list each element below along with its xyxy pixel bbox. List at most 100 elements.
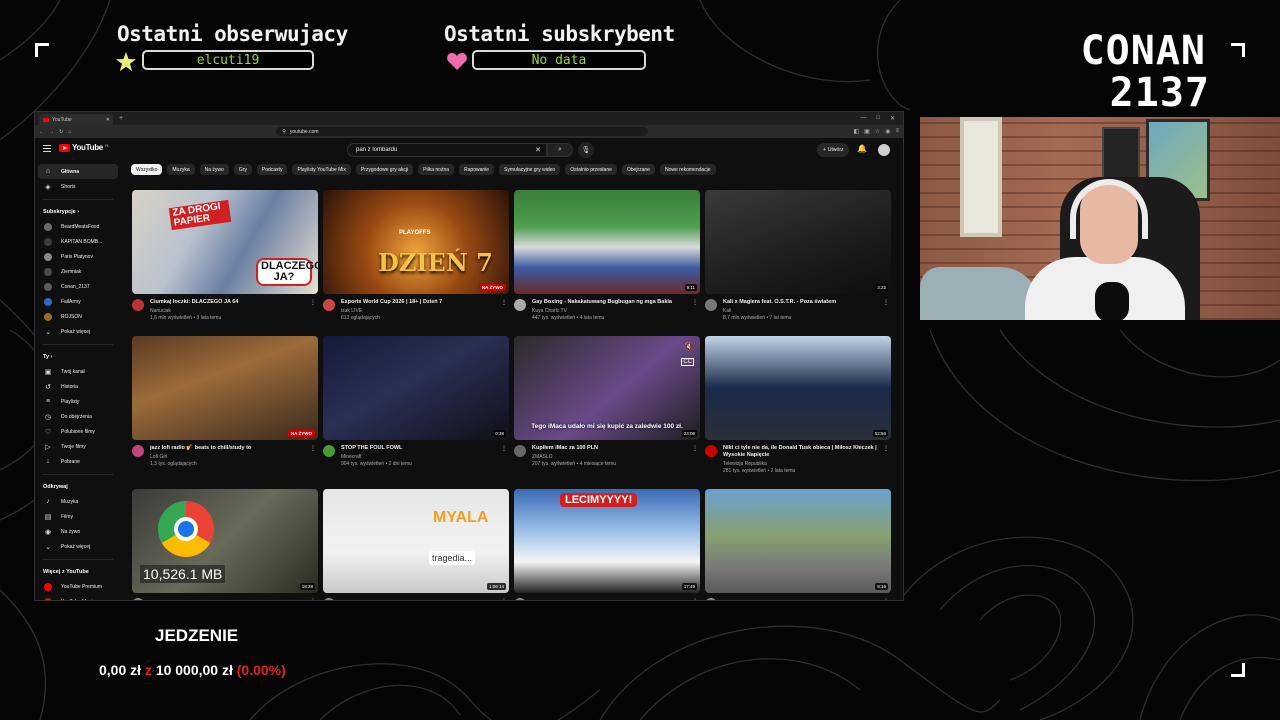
forward-icon[interactable]: → (49, 129, 54, 135)
show-more-subscriptions[interactable]: ⌄ Pokaż więcej (38, 324, 118, 339)
search-button[interactable]: ⌕ (547, 143, 573, 157)
more-options-icon[interactable]: ⋮ (310, 598, 316, 600)
filter-chip[interactable]: Ostatnio przesłane (565, 164, 617, 175)
filter-chip[interactable]: Obejrzane (621, 164, 655, 175)
window-close-icon[interactable]: ✕ (890, 115, 895, 122)
new-tab-button[interactable]: + (119, 115, 123, 122)
sidebar-subscription[interactable]: Ziemniak (38, 264, 118, 279)
filter-chip[interactable]: Podcasty (256, 164, 288, 175)
sidebar-item-you[interactable]: ↺ Historia (38, 379, 118, 394)
video-thumbnail[interactable]: ZA DROGI PAPIER DLACZEGO JA? (132, 190, 318, 294)
video-channel[interactable]: izak LIVE (341, 308, 509, 314)
hamburger-menu-icon[interactable] (43, 145, 51, 152)
more-options-icon[interactable]: ⋮ (310, 299, 316, 306)
filter-chip[interactable]: Przygodowe gry akcji (355, 164, 414, 175)
sidebar-item-you[interactable]: ≡ Playlisty (38, 394, 118, 409)
sidebar-subscription[interactable]: FailArmy (38, 294, 118, 309)
sidebar-item-more[interactable]: YouTube Music (38, 594, 118, 600)
video-title[interactable]: Esports World Cup 2026 | 18+ | Dzień 7 (341, 299, 509, 306)
bookmark-icon[interactable]: ☆ (875, 128, 880, 135)
filter-chip[interactable]: Symulacyjne gry wideo (499, 164, 561, 175)
back-icon[interactable]: ← (39, 129, 44, 135)
browser-tab[interactable]: YouTube ✕ (39, 114, 113, 125)
video-title[interactable]: Gay Boxing - Nakakatuwang Bugbugan ng mg… (532, 299, 700, 306)
filter-chip[interactable]: Gry (233, 164, 252, 175)
video-thumbnail[interactable]: MYALA tragedia... 1:06:14 (323, 489, 509, 593)
filter-chip[interactable]: Nowe rekomendacje (659, 164, 716, 175)
video-channel[interactable]: Kali (723, 308, 891, 314)
filter-chip[interactable]: Piłka nożna (418, 164, 455, 175)
video-card[interactable]: LECIMYYYY! 17:49 ⋮ (514, 489, 700, 600)
video-card[interactable]: 10,526.1 MB 18:28 ⋮ (132, 489, 318, 600)
channel-avatar[interactable] (132, 598, 144, 600)
sidebar-item-you[interactable]: ◷ Do obejrzenia (38, 409, 118, 424)
more-options-icon[interactable]: ⋮ (501, 445, 507, 452)
channel-avatar[interactable] (323, 445, 335, 457)
channel-avatar[interactable] (323, 299, 335, 311)
more-options-icon[interactable]: ⋮ (501, 598, 507, 600)
video-card[interactable]: MYALA tragedia... 1:06:14 ⋮ (323, 489, 509, 600)
sidebar-item-more[interactable]: YouTube Premium (38, 579, 118, 594)
video-title[interactable]: STOP THE FOUL FOWL (341, 445, 509, 452)
channel-avatar[interactable] (705, 598, 717, 600)
show-more-explore[interactable]: ⌄ Pokaż więcej (38, 539, 118, 554)
sidebar-item-you[interactable]: ▣ Twój kanał (38, 364, 118, 379)
video-channel[interactable]: Kuya Charlz TV (532, 308, 700, 314)
more-options-icon[interactable]: ⋮ (883, 598, 889, 600)
filter-chip[interactable]: Rapowanie (459, 164, 495, 175)
search-clear-icon[interactable]: ✕ (535, 146, 541, 154)
video-channel[interactable]: Minecraft (341, 454, 509, 460)
filter-chip[interactable]: Na żywo (199, 164, 229, 175)
address-bar[interactable]: ⚲ youtube.com (276, 127, 649, 136)
channel-avatar[interactable] (514, 445, 526, 457)
channel-avatar[interactable] (514, 299, 526, 311)
video-thumbnail[interactable]: 10,526.1 MB 18:28 (132, 489, 318, 593)
filter-chip[interactable]: Muzyka (167, 164, 195, 175)
video-thumbnail[interactable]: NA ŻYWO (132, 336, 318, 440)
more-options-icon[interactable]: ⋮ (883, 445, 889, 452)
video-channel[interactable]: Telewizja Republika (723, 461, 891, 467)
voice-search-button[interactable]: 🎙 (578, 142, 594, 158)
profile-icon[interactable]: ◉ (885, 128, 890, 135)
video-card[interactable]: 9:11 Gay Boxing - Nakakatuwang Bugbugan … (514, 190, 700, 334)
channel-avatar[interactable] (323, 598, 335, 600)
video-card[interactable]: 3:22 Kali x Magiera feat. O.S.T.R. - Poz… (705, 190, 891, 334)
subscriptions-header[interactable]: Subskrypcje › (35, 205, 121, 219)
video-card[interactable]: PLAYOFFS DZIEŃ 7 NA ŻYWO Esports World C… (323, 190, 509, 334)
search-input[interactable]: pan z lombardu ✕ (347, 143, 547, 157)
video-thumbnail[interactable]: 0:38 (323, 336, 509, 440)
channel-avatar[interactable] (514, 598, 526, 600)
video-thumbnail[interactable]: 3:22 (705, 190, 891, 294)
more-options-icon[interactable]: ⋮ (692, 598, 698, 600)
minimize-icon[interactable]: — (860, 115, 866, 122)
video-thumbnail[interactable]: Tego iMaca udało mi się kupić za zaledwi… (514, 336, 700, 440)
more-options-icon[interactable]: ⋮ (501, 299, 507, 306)
video-channel[interactable]: Nanuciak (150, 308, 318, 314)
channel-avatar[interactable] (132, 445, 144, 457)
video-title[interactable]: Kali x Magiera feat. O.S.T.R. - Poza świ… (723, 299, 891, 306)
channel-avatar[interactable] (132, 299, 144, 311)
captions-icon[interactable]: CC (681, 358, 694, 366)
video-title[interactable]: Nikt ci tyle nie da, ile Donald Tusk obi… (723, 445, 891, 459)
sidebar-item-explore[interactable]: ▤ Filmy (38, 509, 118, 524)
sidebar-item-you[interactable]: ♡ Polubione filmy (38, 424, 118, 439)
extension-icon[interactable]: ◧ (854, 128, 860, 135)
you-header[interactable]: Ty › (35, 350, 121, 364)
video-card[interactable]: 52:56 Nikt ci tyle nie da, ile Donald Tu… (705, 336, 891, 480)
sidebar-subscription[interactable]: BeardMeatsFood (38, 219, 118, 234)
video-card[interactable]: NA ŻYWO jazz lofi radio 🎷 beats to chill… (132, 336, 318, 480)
sidebar-item-explore[interactable]: ◉ Na żywo (38, 524, 118, 539)
sidebar-item-shorts[interactable]: ◈ Shorts (38, 179, 118, 194)
more-options-icon[interactable]: ⋮ (883, 299, 889, 306)
video-card[interactable]: 0:38 STOP THE FOUL FOWL Minecraft 904 ty… (323, 336, 509, 480)
filter-chip[interactable]: Playlisty YouTube Mix (292, 164, 351, 175)
video-card[interactable]: ZA DROGI PAPIER DLACZEGO JA? Ciumkaj łoc… (132, 190, 318, 334)
sidebar-item-home[interactable]: ⌂ Główna (38, 164, 118, 179)
video-thumbnail[interactable]: PLAYOFFS DZIEŃ 7 NA ŻYWO (323, 190, 509, 294)
video-thumbnail[interactable]: 9:16 (705, 489, 891, 593)
video-card[interactable]: 9:16 ⋮ (705, 489, 891, 600)
video-title[interactable]: Kupiłem iMac za 100 PLN (532, 445, 700, 452)
sidebar-item-you[interactable]: ▷ Twoje filmy (38, 439, 118, 454)
sidebar-subscription[interactable]: KAPITAN BOMB... (38, 234, 118, 249)
channel-avatar[interactable] (705, 445, 717, 457)
